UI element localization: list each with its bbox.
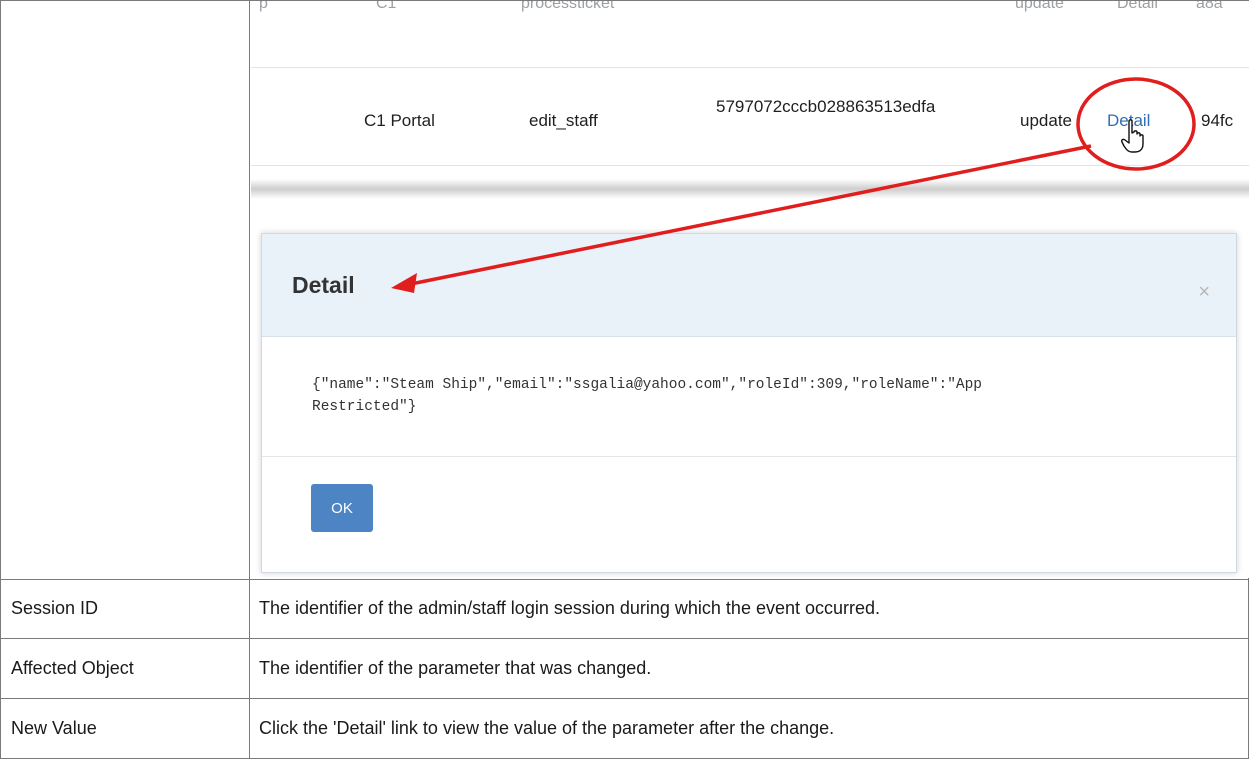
modal-title: Detail [292,272,355,298]
type-cell: update [1020,111,1072,130]
grid-line [251,165,1249,166]
modal-header: Detail × [262,234,1236,337]
faded-cell: Detail [1117,1,1158,12]
row-label: New Value [11,718,97,738]
row-divider [1,698,1248,699]
modal-body-line: {"name":"Steam Ship","email":"ssgalia@ya… [312,377,983,393]
embedded-screenshot: p C1 processticket update Detail a8a C1 … [251,1,1249,578]
close-icon[interactable]: × [1198,282,1210,302]
audit-grid: p C1 processticket update Detail a8a C1 … [251,1,1249,191]
row-divider [1,579,1248,580]
row-description: Click the 'Detail' link to view the valu… [259,718,835,738]
faded-cell: update [1015,1,1064,12]
faded-cell: processticket [521,1,615,12]
source-cell: C1 Portal [364,111,435,130]
session-id-cell: 5797072cccb028863513edfa [716,97,936,116]
faded-cell: a8a [1196,1,1223,12]
row-label: Affected Object [11,658,134,678]
hand-pointer-icon [1121,119,1144,153]
detail-modal: Detail × {"name":"Steam Ship","email":"s… [261,233,1237,573]
row-description: The identifier of the admin/staff login … [259,598,881,618]
column-divider [249,1,250,758]
faded-table-row: p C1 processticket update Detail a8a [251,1,1249,43]
modal-footer-divider [262,456,1236,457]
row-label: Session ID [11,598,99,618]
faded-cell: C1 [376,1,397,12]
row-divider [1,638,1248,639]
parameter-table: p C1 processticket update Detail a8a C1 … [0,0,1249,759]
modal-body-line: Restricted"} [312,399,417,415]
faded-cell: p [259,1,268,12]
modal-body: {"name":"Steam Ship","email":"ssgalia@ya… [312,374,1202,418]
row-description: The identifier of the parameter that was… [259,658,652,678]
tear-edge [251,179,1249,199]
ok-button[interactable]: OK [311,484,373,532]
object-cell: 94fc [1201,111,1234,130]
grid-line [251,67,1249,68]
action-cell: edit_staff [529,111,598,130]
